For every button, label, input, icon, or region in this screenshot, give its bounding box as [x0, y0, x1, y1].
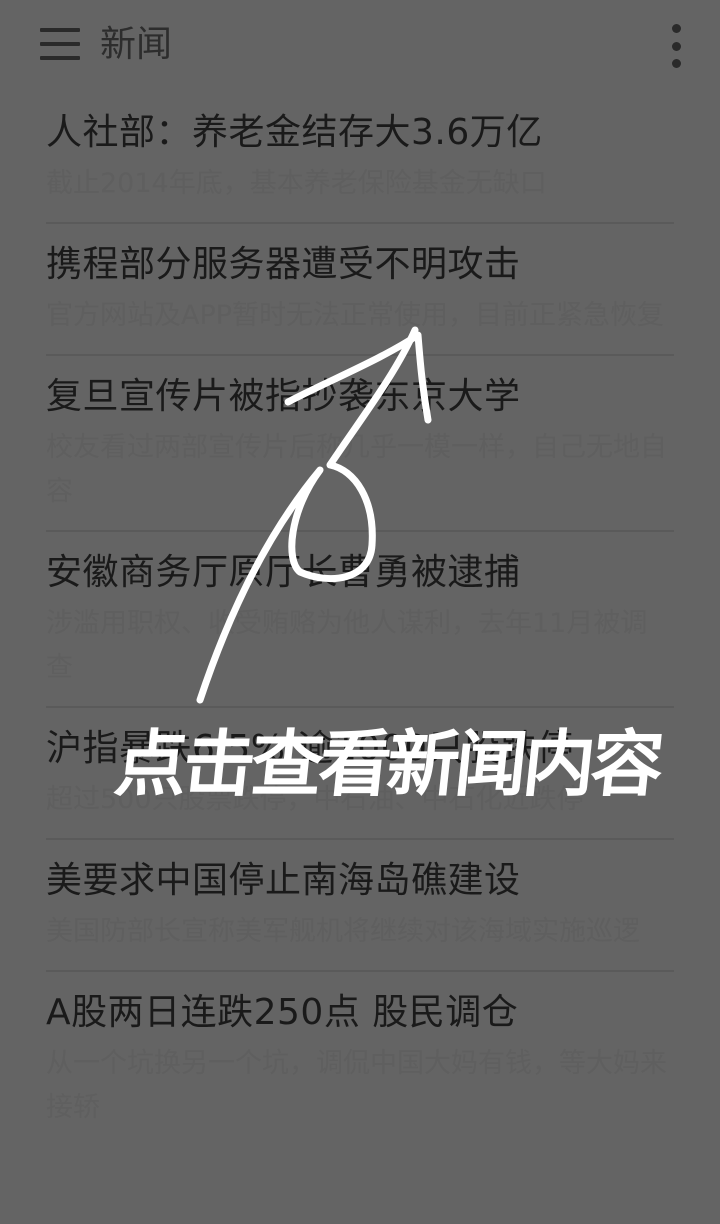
tap-hint-overlay: 点击查看新闻内容 [110, 722, 664, 806]
tap-gesture-arrow [196, 326, 432, 704]
